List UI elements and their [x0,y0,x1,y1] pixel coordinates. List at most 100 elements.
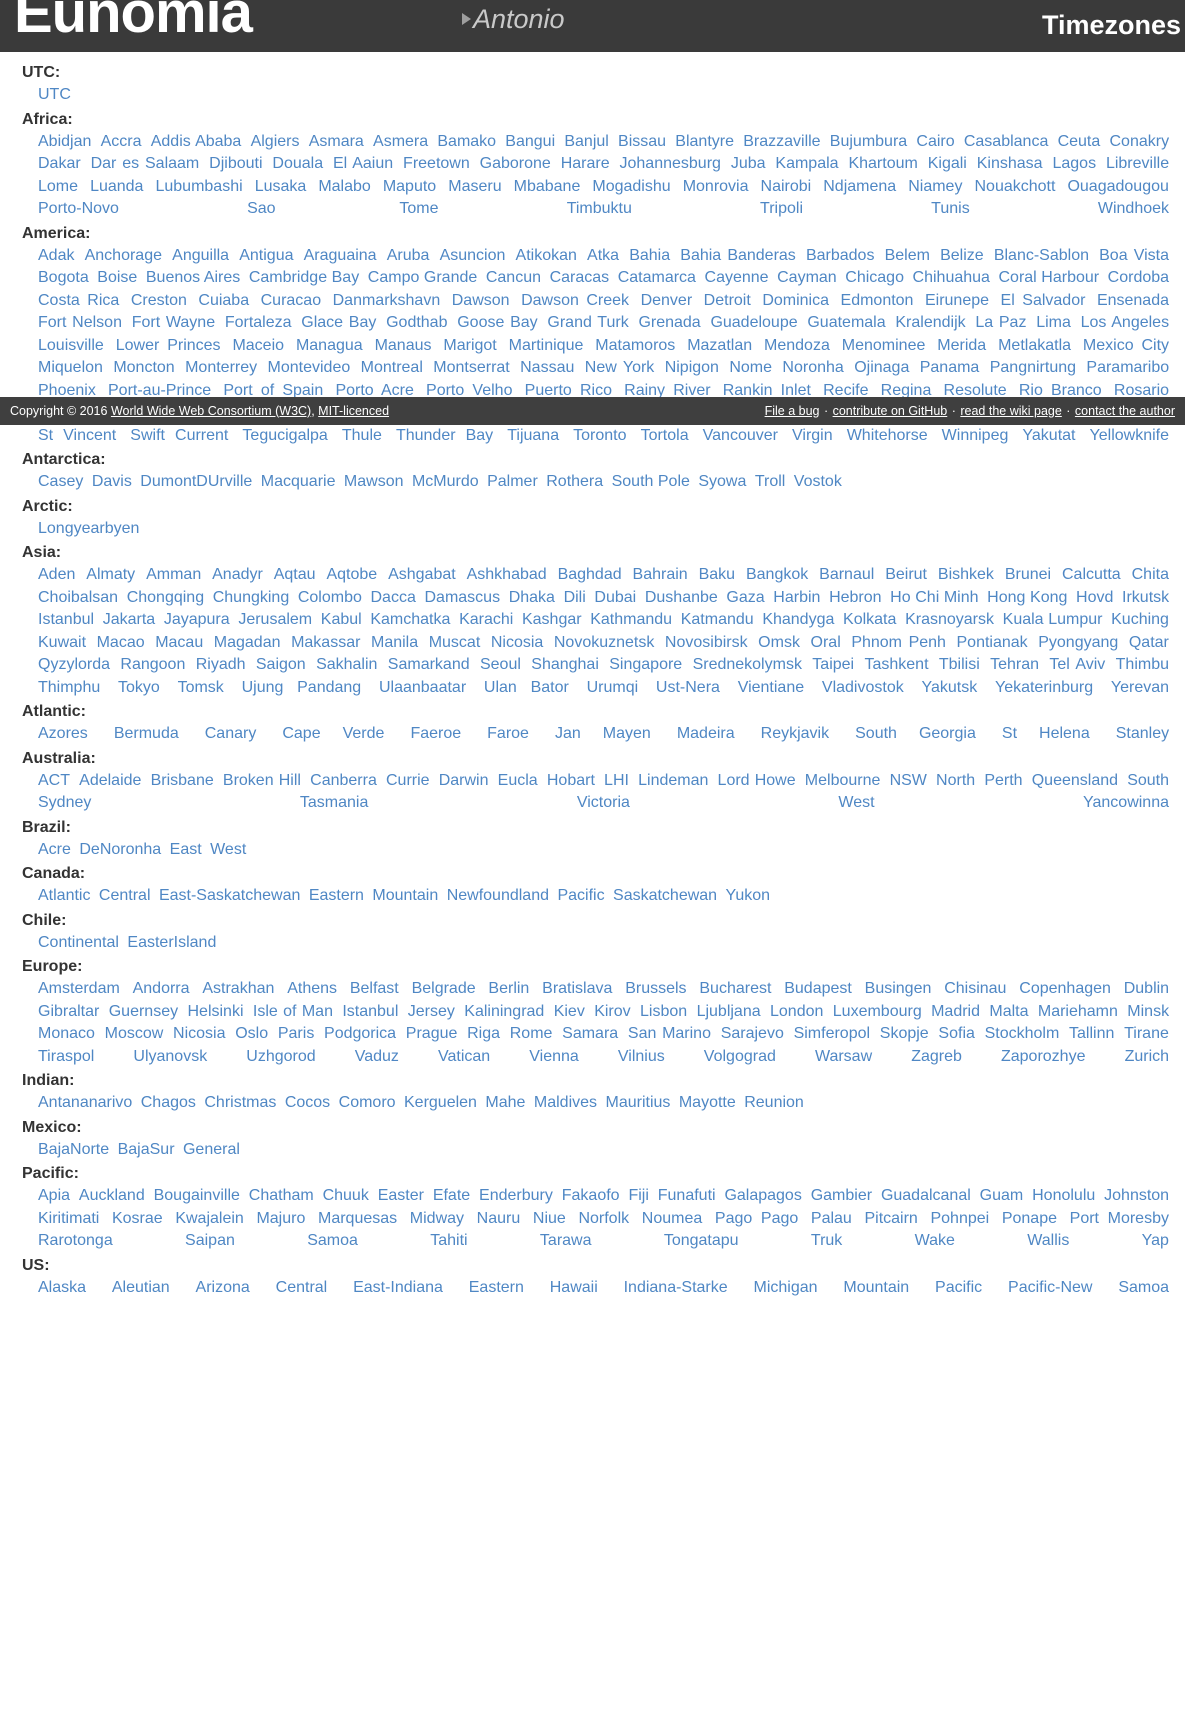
timezone-link[interactable]: DumontDUrville [140,473,252,490]
timezone-link[interactable]: Windhoek [1098,200,1169,217]
timezone-link[interactable]: Eirunepe [925,292,989,309]
timezone-link[interactable]: Christmas [204,1094,276,1111]
timezone-link[interactable]: Niamey [908,178,962,195]
timezone-link[interactable]: Ulaanbaatar [379,679,466,696]
timezone-link[interactable]: Kosrae [112,1210,163,1227]
timezone-link[interactable]: Bratislava [542,980,612,997]
timezone-link[interactable]: NSW [890,772,927,789]
timezone-link[interactable]: Alaska [38,1279,86,1296]
timezone-link[interactable]: Hovd [1076,589,1113,606]
timezone-link[interactable]: Pangnirtung [990,359,1076,376]
timezone-link[interactable]: Mendoza [764,337,830,354]
timezone-link[interactable]: Tiraspol [38,1048,94,1065]
timezone-link[interactable]: Nassau [520,359,574,376]
timezone-link[interactable]: Lagos [1052,155,1096,172]
timezone-link[interactable]: Nauru [477,1210,521,1227]
timezone-link[interactable]: Brussels [625,980,686,997]
footer-link[interactable]: File a bug [765,404,820,418]
timezone-link[interactable]: Macao [97,634,145,651]
timezone-link[interactable]: Guadalcanal [881,1187,971,1204]
timezone-link[interactable]: Porto Acre [335,382,413,399]
timezone-link[interactable]: Aden [38,566,75,583]
timezone-link[interactable]: Thule [342,427,382,444]
timezone-link[interactable]: Noumea [642,1210,702,1227]
timezone-link[interactable]: Dubai [594,589,636,606]
timezone-link[interactable]: Istanbul [38,611,94,628]
timezone-link[interactable]: Swift Current [130,427,228,444]
timezone-link[interactable]: Port of Spain [223,382,323,399]
timezone-link[interactable]: Singapore [609,656,682,673]
timezone-link[interactable]: Bangui [505,133,555,150]
timezone-link[interactable]: Kaliningrad [464,1003,544,1020]
timezone-link[interactable]: Timbuktu [567,200,632,217]
timezone-link[interactable]: Tarawa [540,1232,592,1249]
timezone-link[interactable]: Copenhagen [1019,980,1111,997]
timezone-link[interactable]: Kralendijk [895,314,965,331]
timezone-link[interactable]: Metlakatla [998,337,1071,354]
timezone-link[interactable]: Libreville [1106,155,1169,172]
timezone-link[interactable]: Tirane [1124,1025,1169,1042]
timezone-link[interactable]: Kiev [554,1003,585,1020]
timezone-link[interactable]: Warsaw [815,1048,872,1065]
timezone-link[interactable]: East-Saskatchewan [159,887,300,904]
timezone-link[interactable]: Krasnoyarsk [905,611,994,628]
timezone-link[interactable]: Boise [97,269,137,286]
timezone-link[interactable]: Tijuana [507,427,559,444]
breadcrumb[interactable]: Antonio [462,6,565,33]
timezone-link[interactable]: Madrid [931,1003,980,1020]
timezone-link[interactable]: Canberra [310,772,377,789]
timezone-link[interactable]: Kigali [928,155,967,172]
timezone-link[interactable]: Dawson Creek [521,292,629,309]
timezone-link[interactable]: Galapagos [724,1187,801,1204]
timezone-link[interactable]: Martinique [509,337,584,354]
timezone-link[interactable]: Wallis [1027,1232,1069,1249]
timezone-link[interactable]: Newfoundland [447,887,549,904]
timezone-link[interactable]: Zagreb [911,1048,962,1065]
timezone-link[interactable]: Kuwait [38,634,86,651]
timezone-link[interactable]: Marigot [443,337,496,354]
timezone-link[interactable]: Bahia [629,247,670,264]
timezone-link[interactable]: Macau [155,634,203,651]
timezone-link[interactable]: Queensland [1032,772,1118,789]
timezone-link[interactable]: Gibraltar [38,1003,99,1020]
timezone-link[interactable]: Acre [38,841,71,858]
timezone-link[interactable]: Mariehamn [1038,1003,1118,1020]
timezone-link[interactable]: Azores [38,725,88,742]
timezone-link[interactable]: La Paz [975,314,1026,331]
timezone-link[interactable]: Malta [989,1003,1028,1020]
timezone-link[interactable]: Managua [296,337,363,354]
timezone-link[interactable]: Tel Aviv [1049,656,1105,673]
timezone-link[interactable]: Longyearbyen [38,520,139,537]
timezone-link[interactable]: Dushanbe [645,589,718,606]
timezone-link[interactable]: Thimbu [1116,656,1169,673]
timezone-link[interactable]: Cambridge Bay [249,269,359,286]
timezone-link[interactable]: El Aaiun [333,155,393,172]
timezone-link[interactable]: Mbabane [514,178,581,195]
timezone-link[interactable]: Recife [823,382,868,399]
timezone-link[interactable]: Chagos [141,1094,196,1111]
timezone-link[interactable]: Bishkek [938,566,994,583]
timezone-link[interactable]: Efate [433,1187,470,1204]
timezone-link[interactable]: South Georgia [855,725,976,742]
timezone-link[interactable]: Thimphu [38,679,100,696]
timezone-link[interactable]: Abidjan [38,133,91,150]
timezone-link[interactable]: Brisbane [151,772,214,789]
timezone-link[interactable]: Damascus [424,589,500,606]
timezone-link[interactable]: Vaduz [355,1048,399,1065]
timezone-link[interactable]: Comoro [339,1094,396,1111]
timezone-link[interactable]: Yellowknife [1090,427,1169,444]
timezone-link[interactable]: Budapest [784,980,852,997]
timezone-link[interactable]: Rangoon [120,656,185,673]
timezone-link[interactable]: Lubumbashi [155,178,242,195]
timezone-link[interactable]: Pago Pago [715,1210,798,1227]
timezone-link[interactable]: Moscow [105,1025,164,1042]
timezone-link[interactable]: Faeroe [410,725,461,742]
timezone-link[interactable]: Asuncion [440,247,506,264]
timezone-link[interactable]: Johnston [1104,1187,1169,1204]
timezone-link[interactable]: Cancun [486,269,541,286]
timezone-link[interactable]: Matamoros [595,337,675,354]
timezone-link[interactable]: Continental [38,934,119,951]
timezone-link[interactable]: Perth [984,772,1022,789]
timezone-link[interactable]: Accra [101,133,142,150]
timezone-link[interactable]: Ust-Nera [656,679,720,696]
